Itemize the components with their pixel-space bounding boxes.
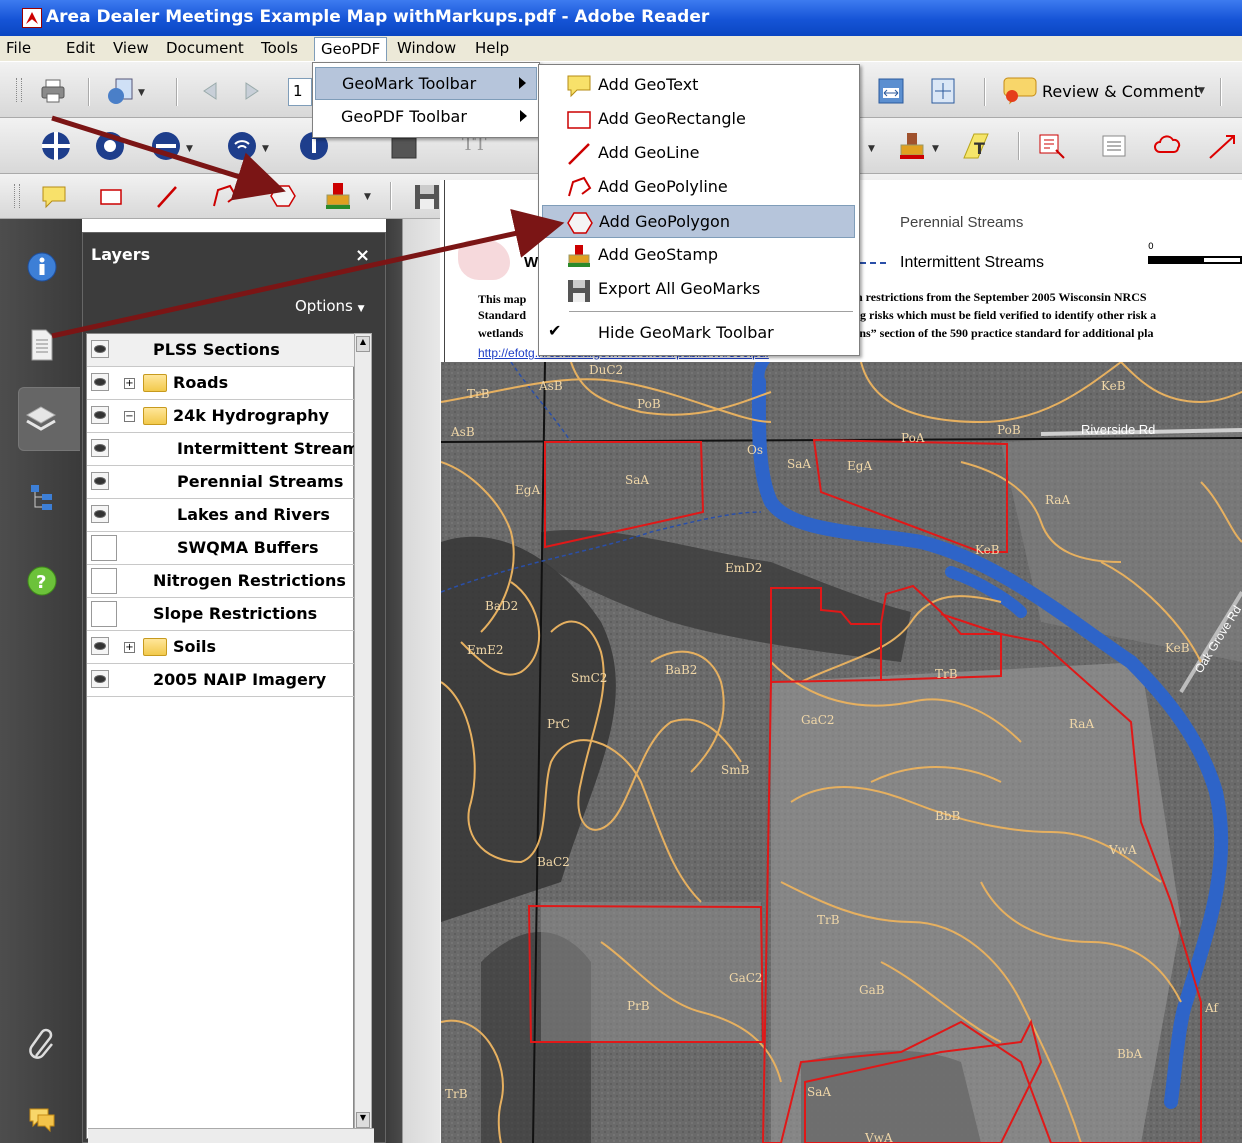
annotation-arrows [51,115,565,339]
annotation-arrow [51,115,286,201]
annotation-arrow [51,208,565,339]
